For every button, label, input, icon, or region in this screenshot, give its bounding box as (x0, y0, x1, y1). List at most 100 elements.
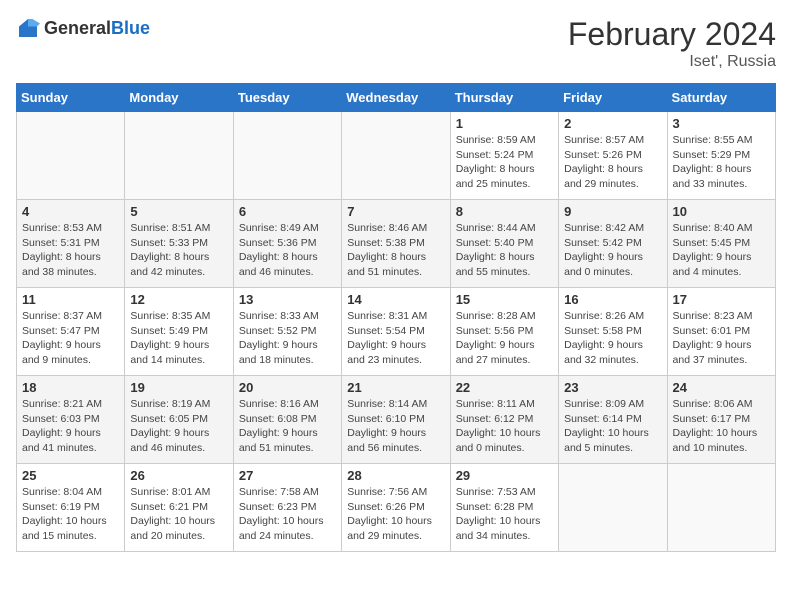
calendar-cell: 16 Sunrise: 8:26 AM Sunset: 5:58 PM Dayli… (559, 288, 667, 376)
day-number: 8 (456, 204, 553, 219)
calendar-cell: 28Sunrise: 7:56 AM Sunset: 6:26 PM Dayli… (342, 464, 450, 552)
calendar-cell: 24 Sunrise: 8:06 AM Sunset: 6:17 PM Dayli… (667, 376, 775, 464)
calendar-cell: 1 Sunrise: 8:59 AM Sunset: 5:24 PM Daylig… (450, 112, 558, 200)
calendar-cell: 19 Sunrise: 8:19 AM Sunset: 6:05 PM Dayli… (125, 376, 233, 464)
title-block: February 2024 Iset', Russia (568, 16, 776, 71)
day-info: Sunrise: 8:31 AM Sunset: 5:54 PM Dayligh… (347, 309, 444, 368)
day-info: Sunrise: 8:06 AM Sunset: 6:17 PM Dayligh… (673, 397, 770, 456)
day-header-tuesday: Tuesday (233, 84, 341, 112)
calendar-cell (342, 112, 450, 200)
day-number: 29 (456, 468, 553, 483)
day-info: Sunrise: 8:57 AM Sunset: 5:26 PM Dayligh… (564, 133, 661, 192)
day-header-wednesday: Wednesday (342, 84, 450, 112)
day-info: Sunrise: 8:42 AM Sunset: 5:42 PM Dayligh… (564, 221, 661, 280)
day-number: 20 (239, 380, 336, 395)
day-number: 18 (22, 380, 119, 395)
calendar-cell: 2Sunrise: 8:57 AM Sunset: 5:26 PM Daylig… (559, 112, 667, 200)
calendar-cell: 25 Sunrise: 8:04 AM Sunset: 6:19 PM Dayli… (17, 464, 125, 552)
day-number: 1 (456, 116, 553, 131)
month-title: February 2024 (568, 16, 776, 53)
calendar-cell: 14 Sunrise: 8:31 AM Sunset: 5:54 PM Dayli… (342, 288, 450, 376)
calendar-cell (667, 464, 775, 552)
calendar-cell: 17Sunrise: 8:23 AM Sunset: 6:01 PM Dayli… (667, 288, 775, 376)
day-number: 6 (239, 204, 336, 219)
calendar-cell: 21 Sunrise: 8:14 AM Sunset: 6:10 PM Dayli… (342, 376, 450, 464)
calendar-week-3: 11 Sunrise: 8:37 AM Sunset: 5:47 PM Dayli… (17, 288, 776, 376)
day-info: Sunrise: 8:49 AM Sunset: 5:36 PM Dayligh… (239, 221, 336, 280)
day-info: Sunrise: 8:19 AM Sunset: 6:05 PM Dayligh… (130, 397, 227, 456)
day-number: 11 (22, 292, 119, 307)
calendar-cell: 3Sunrise: 8:55 AM Sunset: 5:29 PM Daylig… (667, 112, 775, 200)
day-info: Sunrise: 8:33 AM Sunset: 5:52 PM Dayligh… (239, 309, 336, 368)
day-number: 25 (22, 468, 119, 483)
day-info: Sunrise: 8:16 AM Sunset: 6:08 PM Dayligh… (239, 397, 336, 456)
day-number: 28 (347, 468, 444, 483)
day-info: Sunrise: 8:59 AM Sunset: 5:24 PM Dayligh… (456, 133, 553, 192)
location: Iset', Russia (568, 53, 776, 71)
day-info: Sunrise: 8:26 AM Sunset: 5:58 PM Dayligh… (564, 309, 661, 368)
day-number: 16 (564, 292, 661, 307)
day-number: 13 (239, 292, 336, 307)
day-number: 9 (564, 204, 661, 219)
day-header-sunday: Sunday (17, 84, 125, 112)
day-number: 22 (456, 380, 553, 395)
day-number: 19 (130, 380, 227, 395)
day-info: Sunrise: 8:46 AM Sunset: 5:38 PM Dayligh… (347, 221, 444, 280)
day-number: 23 (564, 380, 661, 395)
calendar-cell: 22 Sunrise: 8:11 AM Sunset: 6:12 PM Dayli… (450, 376, 558, 464)
logo-icon (16, 16, 40, 40)
calendar-cell (125, 112, 233, 200)
day-info: Sunrise: 8:14 AM Sunset: 6:10 PM Dayligh… (347, 397, 444, 456)
day-number: 27 (239, 468, 336, 483)
day-info: Sunrise: 8:04 AM Sunset: 6:19 PM Dayligh… (22, 485, 119, 544)
day-info: Sunrise: 8:28 AM Sunset: 5:56 PM Dayligh… (456, 309, 553, 368)
day-number: 21 (347, 380, 444, 395)
calendar-cell: 4 Sunrise: 8:53 AM Sunset: 5:31 PM Daylig… (17, 200, 125, 288)
day-number: 4 (22, 204, 119, 219)
calendar-header-row: SundayMondayTuesdayWednesdayThursdayFrid… (17, 84, 776, 112)
day-number: 12 (130, 292, 227, 307)
day-number: 10 (673, 204, 770, 219)
calendar-cell: 27Sunrise: 7:58 AM Sunset: 6:23 PM Dayli… (233, 464, 341, 552)
calendar-cell: 26 Sunrise: 8:01 AM Sunset: 6:21 PM Dayli… (125, 464, 233, 552)
calendar-table: SundayMondayTuesdayWednesdayThursdayFrid… (16, 83, 776, 552)
calendar-cell: 10 Sunrise: 8:40 AM Sunset: 5:45 PM Dayli… (667, 200, 775, 288)
day-info: Sunrise: 8:01 AM Sunset: 6:21 PM Dayligh… (130, 485, 227, 544)
day-info: Sunrise: 8:21 AM Sunset: 6:03 PM Dayligh… (22, 397, 119, 456)
calendar-cell: 6 Sunrise: 8:49 AM Sunset: 5:36 PM Daylig… (233, 200, 341, 288)
logo: GeneralBlue (16, 16, 150, 40)
day-info: Sunrise: 8:11 AM Sunset: 6:12 PM Dayligh… (456, 397, 553, 456)
calendar-week-2: 4 Sunrise: 8:53 AM Sunset: 5:31 PM Daylig… (17, 200, 776, 288)
day-info: Sunrise: 8:51 AM Sunset: 5:33 PM Dayligh… (130, 221, 227, 280)
calendar-cell: 7 Sunrise: 8:46 AM Sunset: 5:38 PM Daylig… (342, 200, 450, 288)
day-number: 5 (130, 204, 227, 219)
day-number: 14 (347, 292, 444, 307)
day-info: Sunrise: 7:53 AM Sunset: 6:28 PM Dayligh… (456, 485, 553, 544)
day-header-saturday: Saturday (667, 84, 775, 112)
day-info: Sunrise: 8:23 AM Sunset: 6:01 PM Dayligh… (673, 309, 770, 368)
calendar-week-4: 18 Sunrise: 8:21 AM Sunset: 6:03 PM Dayli… (17, 376, 776, 464)
day-number: 26 (130, 468, 227, 483)
day-number: 7 (347, 204, 444, 219)
day-header-monday: Monday (125, 84, 233, 112)
day-header-thursday: Thursday (450, 84, 558, 112)
logo-text: GeneralBlue (44, 18, 150, 39)
day-info: Sunrise: 8:35 AM Sunset: 5:49 PM Dayligh… (130, 309, 227, 368)
calendar-cell: 18 Sunrise: 8:21 AM Sunset: 6:03 PM Dayli… (17, 376, 125, 464)
calendar-cell: 15 Sunrise: 8:28 AM Sunset: 5:56 PM Dayli… (450, 288, 558, 376)
calendar-week-5: 25 Sunrise: 8:04 AM Sunset: 6:19 PM Dayli… (17, 464, 776, 552)
calendar-cell (559, 464, 667, 552)
day-info: Sunrise: 8:44 AM Sunset: 5:40 PM Dayligh… (456, 221, 553, 280)
calendar-cell: 9 Sunrise: 8:42 AM Sunset: 5:42 PM Daylig… (559, 200, 667, 288)
day-number: 24 (673, 380, 770, 395)
day-info: Sunrise: 8:37 AM Sunset: 5:47 PM Dayligh… (22, 309, 119, 368)
page-header: GeneralBlue February 2024 Iset', Russia (16, 16, 776, 71)
day-info: Sunrise: 8:40 AM Sunset: 5:45 PM Dayligh… (673, 221, 770, 280)
day-info: Sunrise: 8:53 AM Sunset: 5:31 PM Dayligh… (22, 221, 119, 280)
calendar-cell: 11 Sunrise: 8:37 AM Sunset: 5:47 PM Dayli… (17, 288, 125, 376)
calendar-cell: 8 Sunrise: 8:44 AM Sunset: 5:40 PM Daylig… (450, 200, 558, 288)
calendar-cell: 5 Sunrise: 8:51 AM Sunset: 5:33 PM Daylig… (125, 200, 233, 288)
day-info: Sunrise: 8:09 AM Sunset: 6:14 PM Dayligh… (564, 397, 661, 456)
day-number: 15 (456, 292, 553, 307)
calendar-cell: 12 Sunrise: 8:35 AM Sunset: 5:49 PM Dayli… (125, 288, 233, 376)
